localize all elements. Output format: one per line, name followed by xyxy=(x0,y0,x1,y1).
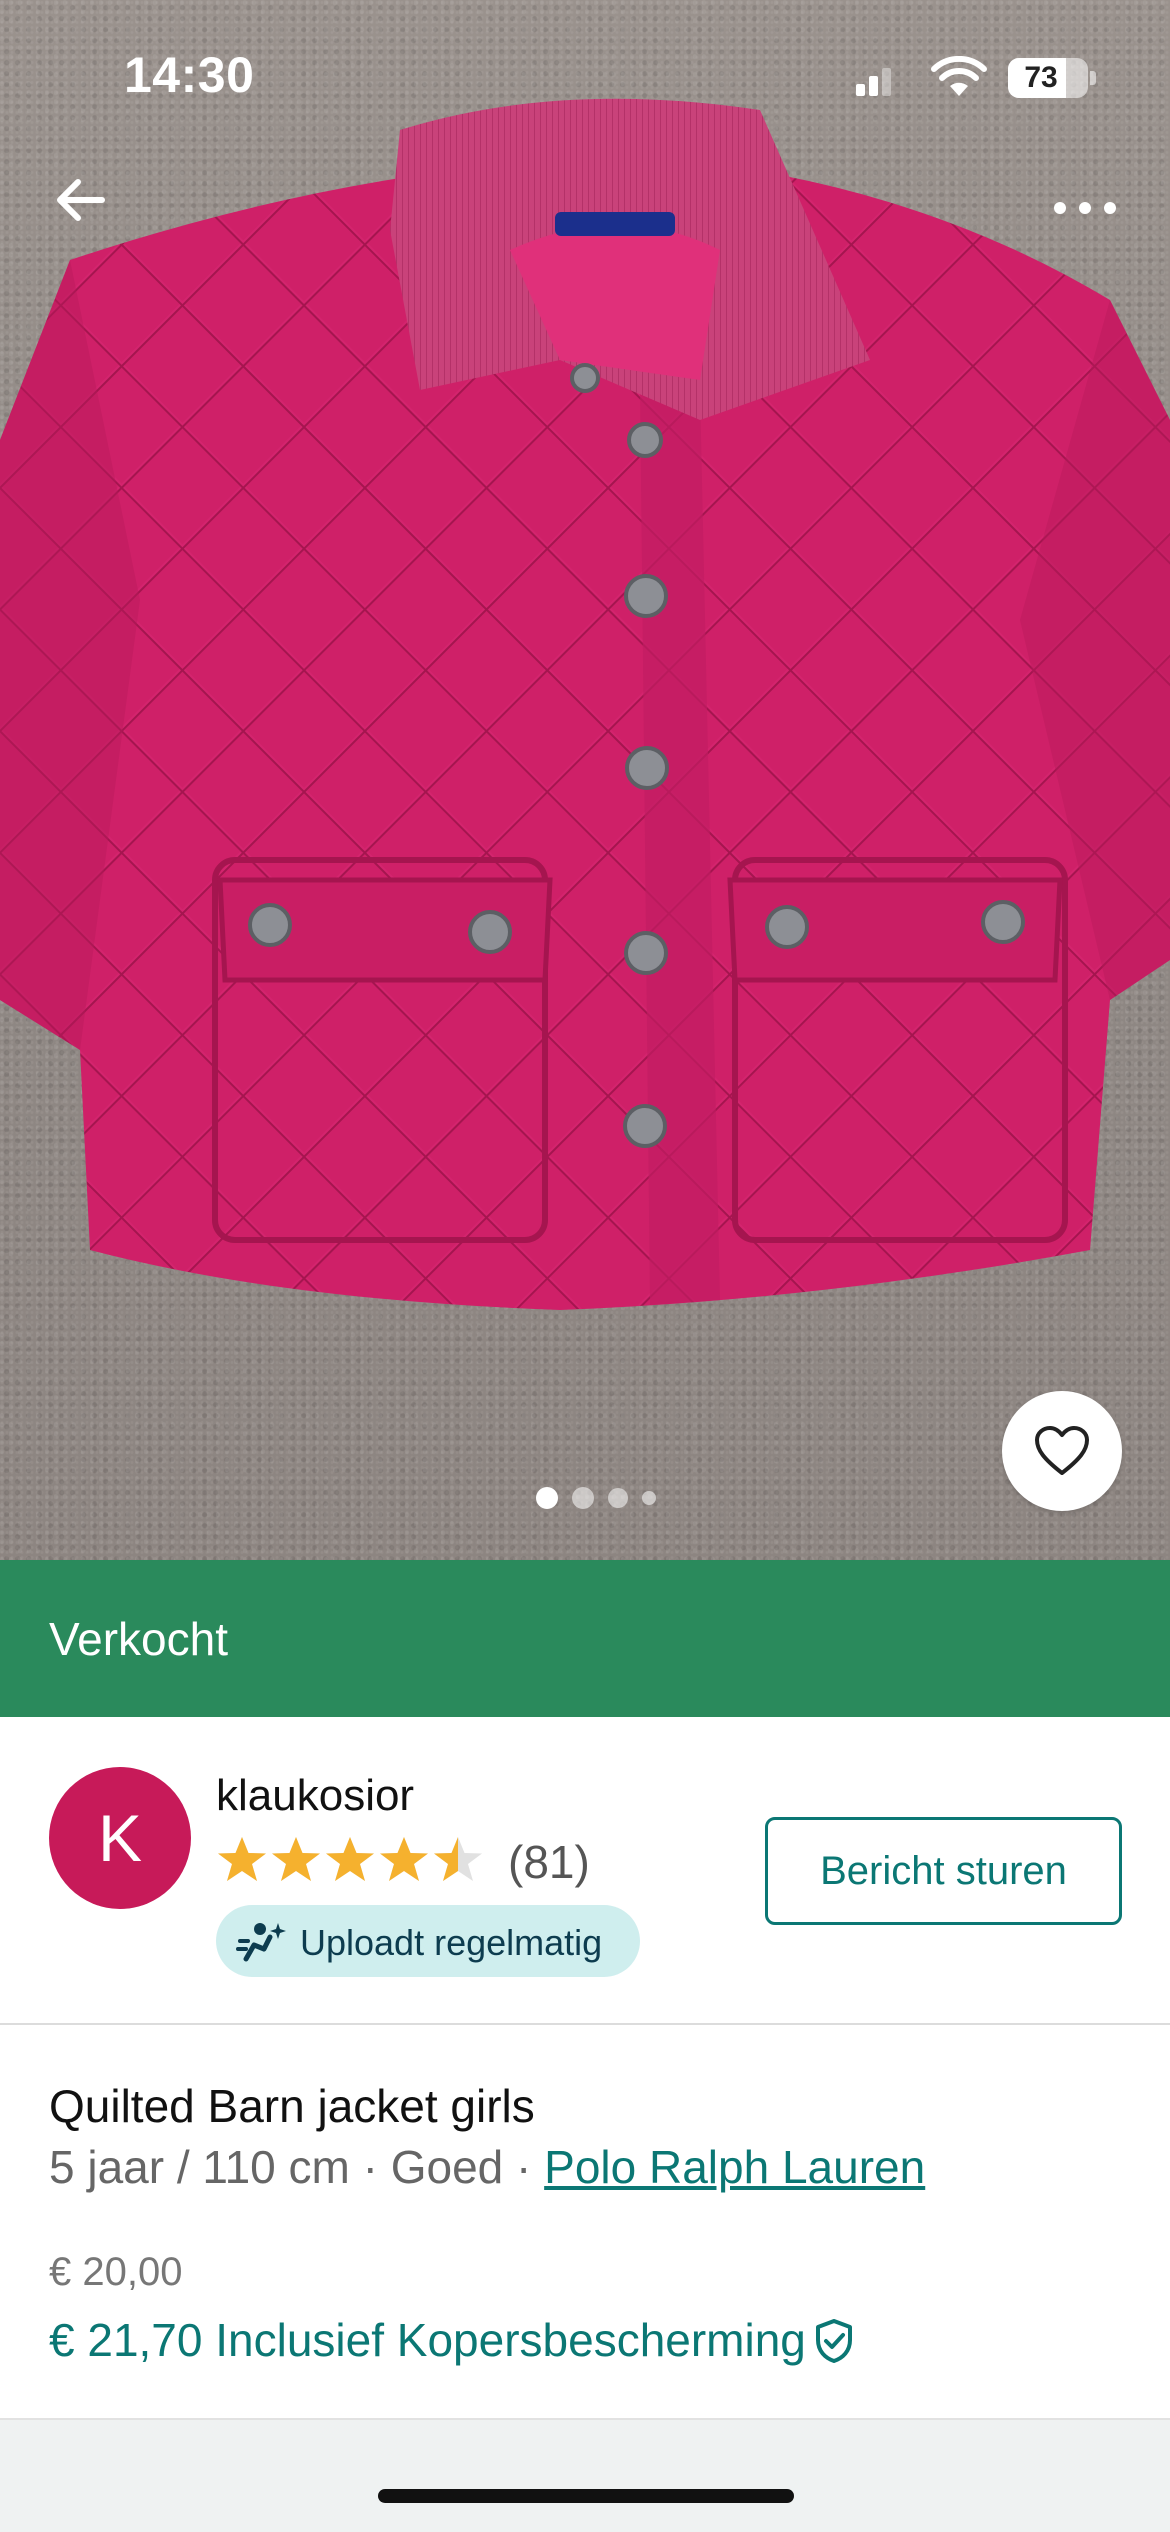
gallery-dot xyxy=(642,1491,656,1505)
status-bar: 14:30 73 xyxy=(0,0,1170,150)
seller-section: K klaukosior (81) Uploadt regelmatig Ber… xyxy=(0,1717,1170,2025)
status-time: 14:30 xyxy=(124,47,255,103)
more-dots-icon[interactable] xyxy=(1040,170,1130,240)
shield-check-icon xyxy=(815,2319,852,2363)
back-arrow-icon[interactable] xyxy=(44,160,124,240)
review-count[interactable]: (81) xyxy=(508,1835,590,1889)
star-icon xyxy=(434,1837,482,1881)
sold-banner: Verkocht xyxy=(0,1560,1170,1717)
wifi-icon xyxy=(931,56,987,96)
gallery-dot xyxy=(608,1488,628,1508)
rating-stars[interactable] xyxy=(216,1834,486,1890)
item-details: Quilted Barn jacket girls 5 jaar / 110 c… xyxy=(0,2025,1170,2420)
item-size: 5 jaar / 110 cm xyxy=(49,2141,350,2193)
price-with-protection[interactable]: € 21,70 Inclusief Kopersbescherming xyxy=(49,2313,854,2367)
avatar[interactable]: K xyxy=(49,1767,191,1909)
item-title: Quilted Barn jacket girls xyxy=(49,2080,535,2132)
star-icon xyxy=(218,1837,266,1881)
meta-separator: · xyxy=(503,2141,545,2193)
bottom-area xyxy=(0,2420,1170,2532)
avatar-letter: K xyxy=(97,1801,143,1875)
battery-tip xyxy=(1090,71,1096,85)
battery-icon: 73 xyxy=(1008,58,1088,98)
product-photo[interactable]: 14:30 73 xyxy=(0,0,1170,1560)
battery-level: 73 xyxy=(1024,61,1058,94)
price-with-protection-label: € 21,70 Inclusief Kopersbescherming xyxy=(49,2314,806,2366)
send-message-button[interactable]: Bericht sturen xyxy=(765,1817,1122,1925)
sold-label: Verkocht xyxy=(49,1613,228,1665)
gallery-dot xyxy=(572,1487,594,1509)
cellular-signal-icon xyxy=(856,62,892,96)
frequent-uploader-badge: Uploadt regelmatig xyxy=(216,1905,640,1977)
star-icon xyxy=(380,1837,428,1881)
seller-name[interactable]: klaukosior xyxy=(216,1771,414,1821)
item-meta: 5 jaar / 110 cm · Goed · Polo Ralph Laur… xyxy=(49,2140,925,2194)
heart-icon xyxy=(1035,1426,1089,1475)
star-icon xyxy=(272,1837,320,1881)
gallery-page-indicator xyxy=(536,1487,676,1509)
gallery-dot xyxy=(536,1487,558,1509)
favorite-button[interactable] xyxy=(1002,1391,1122,1511)
star-icon xyxy=(326,1837,374,1881)
upload-icon xyxy=(236,1923,286,1962)
badge-label: Uploadt regelmatig xyxy=(300,1922,603,1963)
item-condition: Goed xyxy=(390,2141,504,2193)
home-indicator[interactable] xyxy=(378,2489,794,2503)
item-price: € 20,00 xyxy=(49,2250,183,2294)
meta-separator: · xyxy=(349,2141,391,2193)
brand-link[interactable]: Polo Ralph Lauren xyxy=(544,2141,925,2193)
jacket-image xyxy=(0,98,1170,1310)
